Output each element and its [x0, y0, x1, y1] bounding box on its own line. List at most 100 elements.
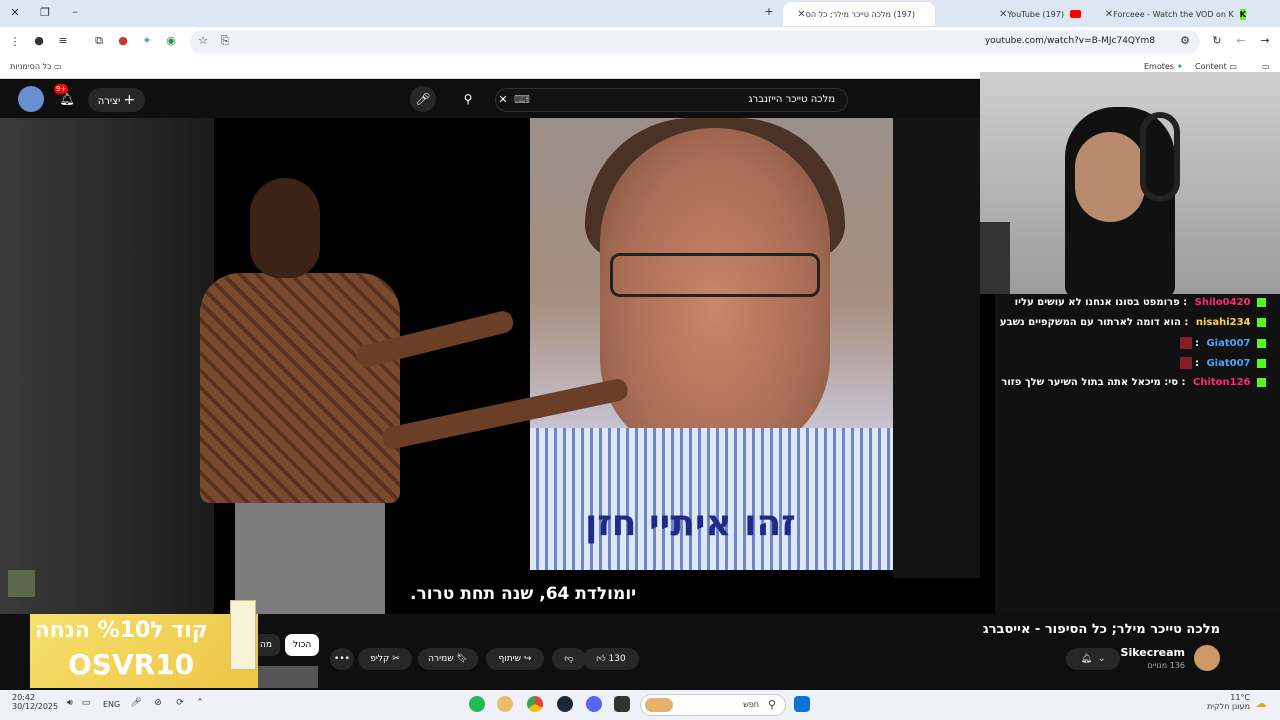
mic-icon[interactable]: 🎤︎ [130, 698, 142, 708]
man-shirt [200, 273, 400, 503]
close-tab-icon[interactable]: ✕ [999, 9, 1007, 20]
save-button[interactable]: 🔖︎ שמירה [418, 648, 478, 670]
chat-username: Giat007 [1206, 338, 1251, 349]
extension-icon[interactable]: ● [116, 34, 130, 47]
youtube-favicon-icon [1070, 10, 1081, 18]
account-avatar[interactable] [18, 86, 44, 112]
sponsor-ad-banner: קוד ל%10 הנחה OSVR10 [30, 600, 258, 688]
dislike-button[interactable]: 👎︎ [552, 648, 586, 670]
restore-window-icon[interactable]: ❐ [38, 6, 52, 19]
subscribe-bell-button[interactable]: ⌄ 🔔︎ [1066, 648, 1120, 670]
notifications-bell-icon[interactable]: 🔔︎ 9+ [54, 84, 80, 112]
bookmark-icon: 🔖︎ [456, 654, 468, 664]
extension-icon[interactable]: ✦ [140, 34, 154, 47]
video-title: מלכה טייכר מילר; כל הסיפור - אייסברג [982, 622, 1220, 637]
scissors-icon: ✂ [392, 654, 400, 664]
weather-temp: 11°C [1230, 693, 1250, 702]
bookmark-star-icon[interactable]: ☆ [196, 34, 210, 47]
profile-icon[interactable]: ● [32, 34, 46, 47]
clip-button[interactable]: ✂ קליפ [358, 648, 412, 670]
tab-youtube-video[interactable]: (197) מלכה טייכר מילר; כל הס ✕ [783, 2, 935, 26]
pointing-man-meme [195, 178, 405, 614]
video-frame-left [0, 118, 214, 614]
channel-name[interactable]: Sikecream [1121, 646, 1185, 659]
bookmark-folder[interactable]: ▭ [1262, 62, 1270, 71]
mini-thumbnail[interactable] [8, 570, 35, 597]
app-icon[interactable] [497, 696, 513, 712]
related-thumbnail[interactable] [252, 666, 318, 688]
menu-dots-icon[interactable]: ⋮ [8, 35, 22, 48]
file-explorer-icon[interactable] [614, 696, 630, 712]
sync-icon[interactable]: ⟳ [174, 698, 186, 708]
channel-avatar[interactable] [1194, 645, 1220, 671]
chat-message: nisahi234 : הוא דומה לארתור עם המשקפיים … [1000, 317, 1266, 328]
discord-icon[interactable] [586, 696, 602, 712]
reading-list-icon[interactable]: ≡ [56, 34, 70, 47]
taskbar-search-input[interactable]: חפש ⚲ [640, 694, 786, 716]
close-tab-icon[interactable]: ✕ [797, 9, 805, 20]
network-icon[interactable]: ⊘ [152, 698, 164, 708]
video-info-area: מלכה טייכר מילר; כל הסיפור - אייסברג Sik… [0, 600, 1280, 690]
volume-icon[interactable]: 🔊︎ [64, 698, 76, 708]
url-text: youtube.com/watch?v=B-MJc74QYm8 [984, 36, 1155, 46]
search-input[interactable]: ✕ ⌨ מלכה טייכר הייזנברג [495, 88, 848, 112]
tab-label: (197) מלכה טייכר מילר; כל הס [805, 9, 915, 19]
keyboard-icon[interactable]: ⌨ [514, 93, 530, 106]
language-indicator[interactable]: ENG [103, 700, 120, 709]
tab-label: (197) YouTube [1007, 9, 1064, 19]
headphones [1140, 112, 1180, 202]
back-icon[interactable]: → [1258, 34, 1272, 47]
emote-icon [1179, 337, 1192, 349]
emotes-icon: ✦ [1176, 62, 1184, 71]
tab-youtube-home[interactable]: (197) YouTube ✕ [940, 2, 1095, 26]
chevron-down-icon: ⌄ [1097, 654, 1106, 664]
voice-search-mic-icon[interactable]: 🎤︎ [410, 86, 436, 112]
extension-icon[interactable]: ◉ [164, 34, 178, 47]
search-highlight-icon [645, 698, 673, 712]
clock[interactable]: 20:42 30/12/2025 [12, 693, 58, 711]
bookmark-label: Emotes [1144, 62, 1174, 71]
video-player[interactable]: זהו איתיי חזן יומולדת 64, שנה תחת טרור. [0, 118, 980, 614]
search-icon[interactable]: ⚲ [455, 86, 481, 112]
bookmark-emotes[interactable]: Emotes ✦ [1144, 62, 1183, 71]
windows-start-icon[interactable] [794, 696, 810, 712]
tab-kick-vod[interactable]: K Forceee - Watch the VOD on K ✕ [1098, 2, 1260, 26]
search-value: מלכה טייכר הייזנברג [748, 94, 835, 105]
address-bar[interactable]: ☆ ⎘ youtube.com/watch?v=B-MJc74QYm8 ⚙ [190, 30, 1200, 54]
display-icon[interactable]: ▭ [80, 698, 92, 708]
weather-cloud-icon: ☁ [1255, 697, 1267, 710]
bookmark-content[interactable]: Content ▭ [1195, 62, 1237, 71]
folder-icon: ▭ [1229, 62, 1237, 71]
forward-icon[interactable]: ← [1234, 34, 1248, 47]
chip-all[interactable]: הכול [285, 634, 320, 656]
all-bookmarks-folder[interactable]: כל הסימניות ▭ [10, 62, 62, 71]
share-button[interactable]: ↪ שיתוף [486, 648, 544, 670]
spotify-icon[interactable] [469, 696, 485, 712]
chrome-icon[interactable] [527, 696, 543, 712]
tray-chevron-up-icon[interactable]: ⌃ [194, 698, 206, 708]
chat-message: Chiton126 : סי: מיכאל אתה בתול השיער שלך… [1001, 377, 1266, 388]
reload-icon[interactable]: ↻ [1210, 34, 1224, 47]
clip-label: קליפ [370, 654, 390, 664]
create-button[interactable]: + יצירה [88, 88, 145, 112]
new-tab-icon[interactable]: + [762, 5, 776, 18]
close-window-icon[interactable]: ✕ [8, 6, 22, 19]
thumbs-up-icon[interactable]: 👍︎ [596, 654, 605, 664]
close-tab-icon[interactable]: ✕ [1105, 9, 1113, 20]
save-label: שמירה [428, 654, 454, 664]
clear-search-icon[interactable]: ✕ [496, 93, 510, 106]
weather-widget[interactable]: 11°C מעונן חלקית [1207, 693, 1250, 711]
site-settings-icon[interactable]: ⚙ [1178, 34, 1192, 47]
minimize-window-icon[interactable]: – [68, 5, 82, 18]
emote-icon [1179, 357, 1192, 369]
photo-shirt [530, 428, 893, 570]
more-actions-button[interactable]: ••• [330, 648, 354, 670]
chat-message: Shilo0420 : פרומפט בסונו אנחנו לא עושים … [1015, 297, 1266, 308]
extensions-icon[interactable]: ⧉ [92, 34, 106, 48]
create-label: יצירה [97, 96, 121, 107]
subscriber-count: 136 מנויים [1147, 661, 1185, 670]
chat-text: הוא דומה לארתור עם המשקפיים נשבע [999, 317, 1181, 328]
install-icon[interactable]: ⎘ [218, 34, 232, 48]
steam-icon[interactable] [557, 696, 573, 712]
bookmark-label: Content [1195, 62, 1227, 71]
